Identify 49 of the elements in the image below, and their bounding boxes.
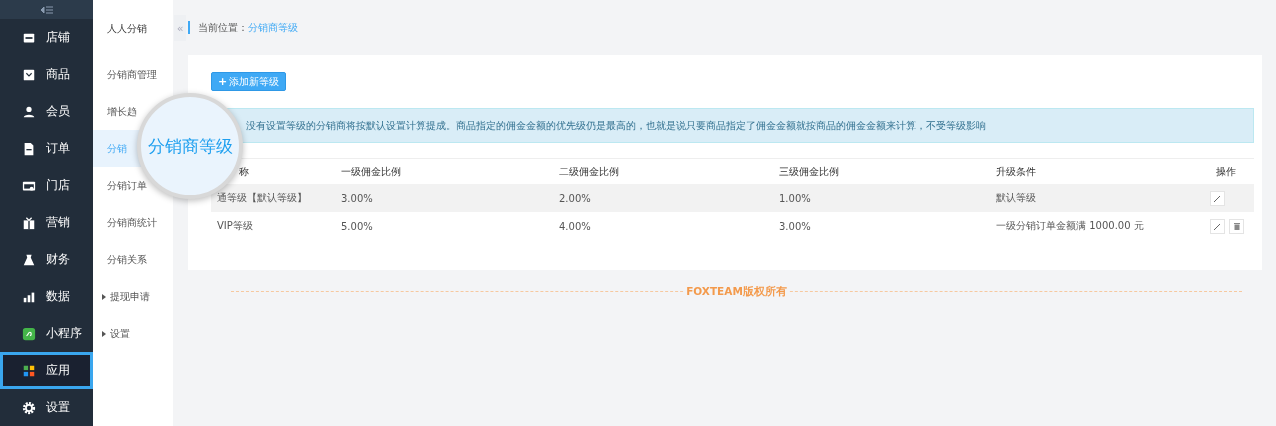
column-header: 操作 [1215,164,1237,179]
table-cell-text: 3.00% [778,220,812,232]
sidebar-item[interactable]: 会员 [0,93,93,130]
table-cell-text: 3.00% [340,192,374,204]
mini-program-icon [22,326,36,341]
sidebar-item[interactable]: 订单 [0,130,93,167]
subnav-item[interactable]: 分销关系 [93,241,173,278]
subnav-title: 人人分销 [106,22,148,36]
sidebar-item[interactable]: 数据 [0,278,93,315]
document-icon [22,141,36,156]
table-cell-text: 一级分销订单金额满 1000.00 元 [995,219,1145,233]
column-header: 二级佣金比例 [558,164,620,179]
subnav-item[interactable]: 提现申请 [93,278,173,315]
breadcrumb-label: 当前位置： [198,20,248,35]
sidebar-item[interactable]: 设置 [0,389,93,426]
sidebar-item[interactable]: 应用 [0,352,93,389]
edit-button[interactable] [1210,190,1225,206]
delete-button[interactable] [1229,218,1244,234]
trash-icon [1233,222,1240,230]
table-cell-text: 默认等级 [995,191,1037,205]
table-cell-text: 1.00% [778,192,812,204]
subnav-item[interactable]: 分销商统计 [93,204,173,241]
sidebar-item[interactable]: 财务 [0,241,93,278]
apps-icon [22,363,36,378]
sidebar-item[interactable]: 店铺 [0,19,93,56]
subnav-item[interactable]: 设置 [93,315,173,352]
sidebar-item[interactable]: 小程序 [0,315,93,352]
settings-icon [22,400,36,415]
edit-button[interactable] [1210,218,1225,234]
copyright-text: FOXTEAM版权所有 [684,285,789,299]
table-cell-text: VIP等级 [216,219,254,233]
collapse-menu-icon[interactable] [40,5,53,14]
column-header: 三级佣金比例 [778,164,840,179]
sidebar-item[interactable]: 门店 [0,167,93,204]
column-header: 称 [238,164,250,179]
sidebar-item[interactable]: 商品 [0,56,93,93]
table-cell-text: 2.00% [558,192,592,204]
expand-arrow-icon [102,330,106,337]
table-cell-text: 4.00% [558,220,592,232]
gift-icon [22,215,36,230]
user-icon [22,104,36,119]
table-cell-text: 通等级【默认等级】 [216,191,308,205]
box-icon [22,67,36,82]
sidebar-item[interactable]: 营销 [0,204,93,241]
column-header: 一级佣金比例 [340,164,402,179]
table-cell-text: 5.00% [340,220,374,232]
expand-arrow-icon [102,293,106,300]
column-header: 升级条件 [995,164,1037,179]
subnav-item[interactable]: 分销商管理 [93,56,173,93]
